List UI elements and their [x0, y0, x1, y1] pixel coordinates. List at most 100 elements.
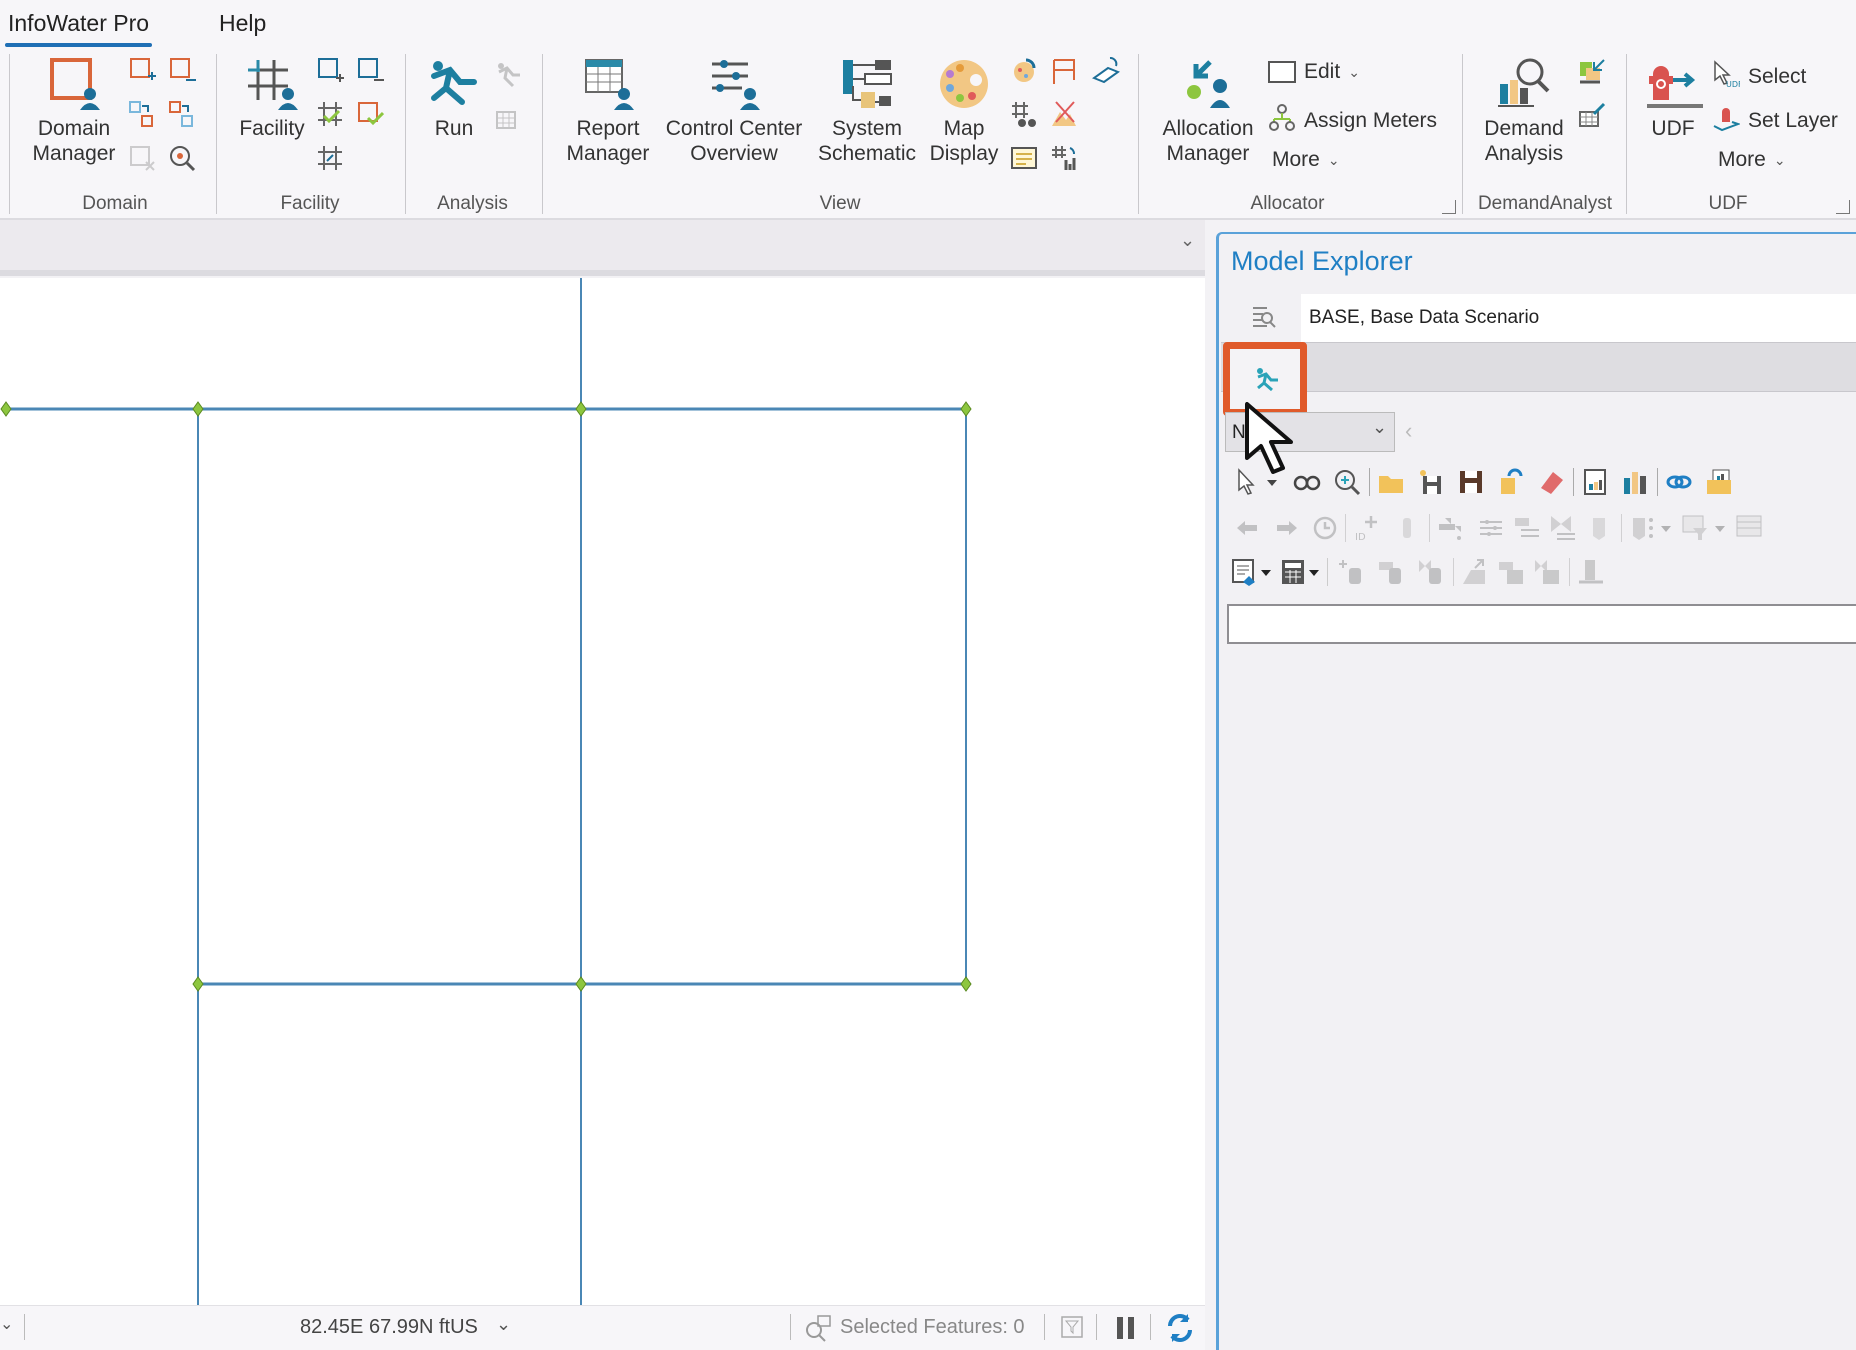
allocator-more-button[interactable]: More ⌄ [1272, 148, 1340, 172]
map-view[interactable] [0, 278, 1205, 1305]
select-arrow-icon[interactable] [1233, 468, 1261, 496]
save-icon[interactable] [1457, 468, 1485, 496]
bar-chart-icon[interactable] [1621, 468, 1649, 496]
link-icon[interactable] [1665, 468, 1693, 496]
scale-dropdown-chevron-icon[interactable]: ⌄ [0, 1314, 13, 1334]
scenario-explorer-icon[interactable] [1249, 302, 1277, 335]
tank-icon[interactable] [1585, 514, 1613, 542]
allocator-dialog-launcher-icon[interactable] [1442, 200, 1456, 214]
map-display-button[interactable]: Map Display [924, 56, 1004, 166]
tank-options-icon[interactable] [1629, 514, 1657, 542]
report-icon[interactable] [1581, 468, 1609, 496]
valve-settings-icon[interactable] [1549, 514, 1577, 542]
find-facility-icon[interactable] [1010, 100, 1038, 128]
annotation-icon[interactable] [1050, 56, 1078, 84]
remove-facility-icon[interactable] [356, 56, 384, 84]
udf-dialog-launcher-icon[interactable] [1836, 200, 1850, 214]
reset-facility-icon[interactable] [316, 144, 344, 172]
report-manager-button[interactable]: Report Manager [560, 56, 656, 166]
add-pump-hand-icon[interactable] [1377, 558, 1405, 586]
swap-display-icon[interactable] [1050, 144, 1078, 172]
udf-button[interactable]: UDF [1638, 56, 1708, 141]
udf-select-button[interactable]: UDF Select [1712, 60, 1806, 94]
dropdown-arrow-icon[interactable] [1259, 558, 1273, 586]
table-icon[interactable] [1735, 514, 1763, 542]
tab-infowater-pro[interactable]: InfoWater Pro [4, 10, 153, 47]
new-save-icon[interactable] [1417, 468, 1445, 496]
run-extended-icon[interactable] [494, 60, 522, 88]
dropdown-arrow-icon[interactable] [1307, 558, 1321, 586]
junction-node[interactable] [960, 976, 972, 992]
data-view-icon[interactable] [1231, 558, 1259, 586]
junction-node[interactable] [192, 976, 204, 992]
remove-domain-icon[interactable] [168, 56, 196, 84]
add-domain-icon[interactable] [128, 56, 156, 84]
tab-help[interactable]: Help [219, 10, 266, 37]
run-button[interactable]: Run [418, 56, 490, 141]
run-report-icon[interactable] [494, 104, 522, 132]
table-filter-icon[interactable] [1681, 514, 1709, 542]
open-folder-icon[interactable] [1377, 468, 1405, 496]
coordinate-units-chevron-icon[interactable]: ⌄ [496, 1314, 511, 1335]
valve-table-icon[interactable] [1533, 558, 1561, 586]
zoom-to-icon[interactable] [1333, 468, 1361, 496]
pump-settings-icon[interactable] [1513, 514, 1541, 542]
facility-button[interactable]: Facility [230, 56, 314, 141]
dropdown-arrow-icon[interactable] [1659, 514, 1673, 542]
junction-node[interactable] [575, 976, 587, 992]
add-valve-hand-icon[interactable] [1417, 558, 1445, 586]
back-arrow-icon[interactable] [1233, 514, 1261, 542]
curve-export-icon[interactable] [1461, 558, 1489, 586]
undo-edit-icon[interactable] [1497, 468, 1525, 496]
import-demand-icon[interactable] [1578, 58, 1606, 86]
selected-features-count[interactable]: Selected Features: 0 [840, 1316, 1025, 1339]
domain-manager-button[interactable]: Domain Manager [24, 56, 124, 166]
edit-dropdown-button[interactable]: Edit ⌄ [1268, 60, 1360, 84]
faucet-icon[interactable] [1437, 514, 1465, 542]
pause-drawing-icon[interactable] [1114, 1315, 1138, 1347]
control-settings-icon[interactable] [1477, 514, 1505, 542]
add-id-icon[interactable]: ID [1353, 514, 1381, 543]
hydrant-outlet-icon[interactable] [1577, 558, 1605, 586]
report-folder-icon[interactable] [1705, 468, 1733, 496]
clear-map-icon[interactable] [1050, 100, 1078, 128]
refresh-icon[interactable] [1164, 1312, 1196, 1350]
junction-node[interactable] [0, 401, 12, 417]
layer-refresh-icon[interactable] [1091, 56, 1121, 84]
control-center-overview-button[interactable]: Control Center Overview [660, 56, 808, 166]
calculator-icon[interactable] [1279, 558, 1307, 586]
udf-set-layer-button[interactable]: Set Layer [1712, 104, 1838, 138]
collapse-left-icon[interactable]: ‹ [1405, 418, 1412, 444]
move-to-domain-icon[interactable] [128, 100, 156, 128]
udf-more-button[interactable]: More ⌄ [1718, 148, 1786, 172]
filter-icon[interactable] [1060, 1315, 1084, 1345]
clear-domain-icon[interactable] [128, 144, 156, 172]
demand-analysis-button[interactable]: Demand Analysis [1474, 56, 1574, 166]
history-clock-icon[interactable] [1311, 514, 1339, 542]
forward-arrow-icon[interactable] [1273, 514, 1301, 542]
add-facility-icon[interactable] [316, 56, 344, 84]
junction-node[interactable] [575, 401, 587, 417]
hydrant-gray-icon[interactable] [1393, 514, 1421, 542]
system-schematic-button[interactable]: System Schematic [814, 56, 920, 166]
binoculars-icon[interactable] [1293, 468, 1321, 496]
zoom-domain-icon[interactable] [168, 144, 196, 172]
edit-demand-table-icon[interactable] [1578, 102, 1606, 130]
junction-node[interactable] [960, 401, 972, 417]
check-facility-icon[interactable] [356, 100, 385, 128]
dropdown-arrow-icon[interactable] [1713, 514, 1727, 542]
eraser-icon[interactable] [1537, 468, 1565, 496]
assign-meters-button[interactable]: Assign Meters [1268, 104, 1437, 138]
map-display-reset-icon[interactable] [1010, 56, 1038, 84]
pump-table-icon[interactable] [1497, 558, 1525, 586]
validate-facility-icon[interactable] [316, 100, 344, 128]
tab-strip-chevron-down-icon[interactable]: ⌄ [1180, 230, 1195, 251]
junction-node[interactable] [192, 401, 204, 417]
scenario-field[interactable]: BASE, Base Data Scenario [1301, 294, 1856, 344]
add-junction-hand-icon[interactable] [1337, 558, 1365, 586]
move-from-domain-icon[interactable] [168, 100, 196, 128]
explorer-search-field[interactable] [1227, 604, 1856, 644]
allocation-manager-button[interactable]: Allocation Manager [1154, 56, 1262, 166]
select-dropdown-icon[interactable] [1265, 468, 1279, 496]
legend-icon[interactable] [1010, 144, 1038, 172]
